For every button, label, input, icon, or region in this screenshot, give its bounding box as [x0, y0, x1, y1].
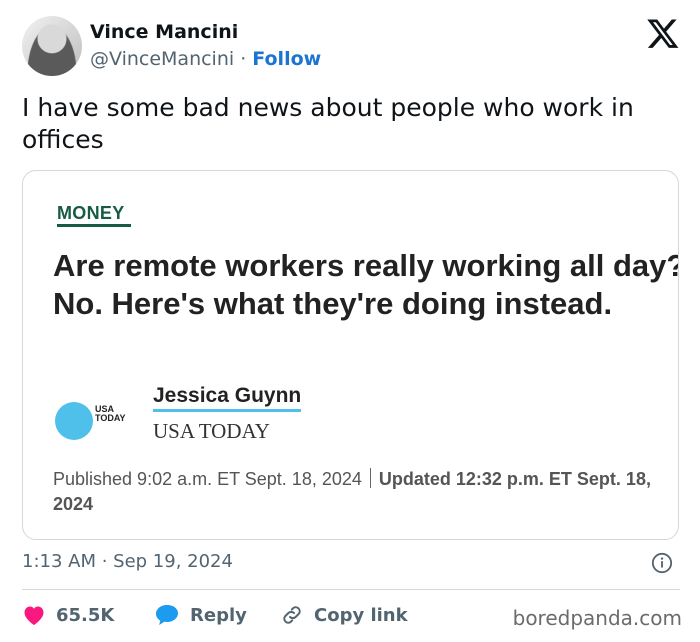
publish-info: Published 9:02 a.m. ET Sept. 18, 2024 Upd…	[53, 467, 673, 517]
reply-label: Reply	[190, 604, 247, 626]
avatar[interactable]	[22, 16, 82, 76]
divider	[22, 589, 680, 590]
article-card[interactable]: MONEY Are remote workers really working …	[22, 170, 679, 540]
tweet-timestamp[interactable]: 1:13 AM · Sep 19, 2024	[22, 551, 233, 572]
section-underline	[57, 224, 131, 227]
published-date: Published 9:02 a.m. ET Sept. 18, 2024	[53, 469, 362, 489]
reply-button[interactable]: Reply	[154, 602, 247, 628]
separator: ·	[234, 48, 253, 70]
x-logo-icon[interactable]	[646, 16, 680, 50]
user-handle[interactable]: @VinceMancini	[90, 48, 234, 70]
heart-icon	[24, 606, 44, 625]
handle-row: @VinceMancini · Follow	[90, 48, 321, 70]
link-icon	[283, 606, 301, 624]
reply-icon	[156, 605, 178, 625]
user-name[interactable]: Vince Mancini	[90, 21, 238, 43]
article-headline: Are remote workers really working all da…	[53, 248, 679, 321]
tweet-text: I have some bad news about people who wo…	[22, 93, 634, 154]
copy-link-label: Copy link	[314, 604, 408, 626]
copy-link-button[interactable]: Copy link	[280, 602, 408, 628]
tweet-header: Vince Mancini @VinceMancini · Follow	[22, 16, 680, 80]
usa-today-logo-text: USA TODAY	[95, 404, 126, 423]
like-count: 65.5K	[56, 604, 115, 626]
watermark: boredpanda.com	[512, 606, 682, 630]
follow-button[interactable]: Follow	[252, 48, 321, 70]
outlet-name: USA TODAY	[153, 419, 270, 443]
section-label: MONEY	[57, 203, 125, 223]
divider-bar	[369, 468, 371, 488]
info-icon[interactable]	[651, 552, 673, 574]
usa-today-logo-icon	[55, 402, 93, 440]
like-button[interactable]: 65.5K	[22, 602, 114, 628]
author-link[interactable]: Jessica Guynn	[153, 384, 302, 412]
action-bar: 65.5K Reply Copy link	[22, 602, 462, 628]
